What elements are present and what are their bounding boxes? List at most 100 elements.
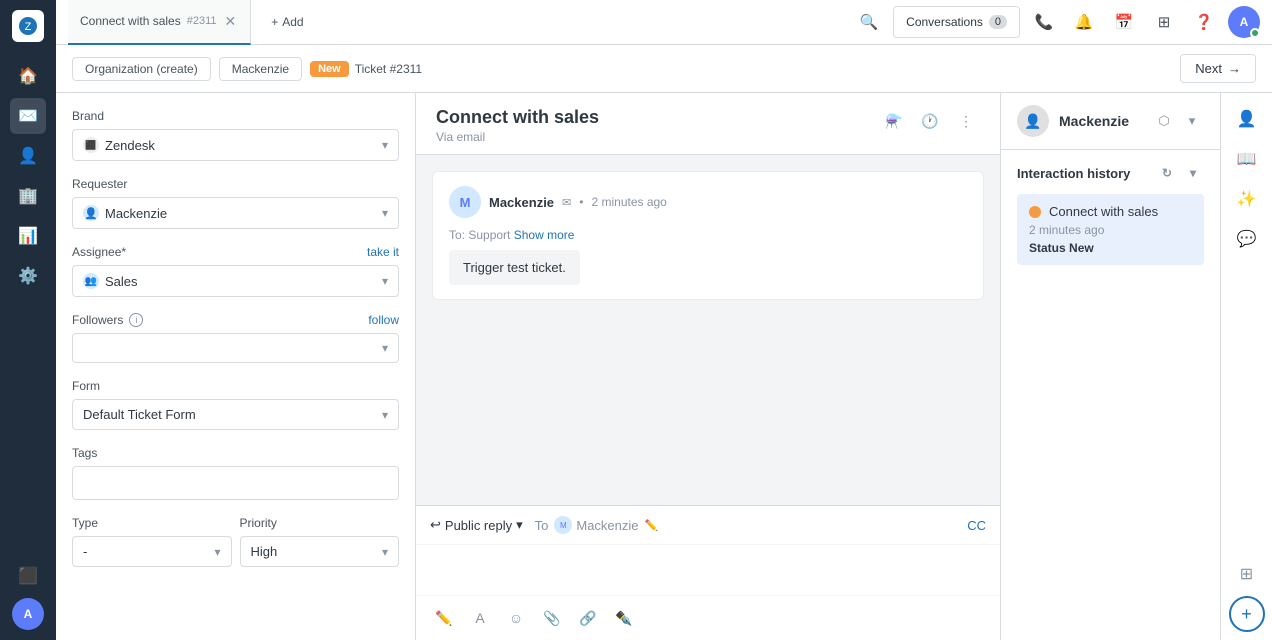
- add-app-button[interactable]: +: [1229, 596, 1265, 632]
- form-chevron-icon: ▾: [382, 408, 388, 422]
- cc-button[interactable]: CC: [967, 518, 986, 533]
- emoji-icon[interactable]: ☺: [502, 604, 530, 632]
- collapse-section-icon[interactable]: ▾: [1182, 162, 1204, 184]
- priority-select[interactable]: High ▾: [240, 536, 400, 567]
- left-panel: Brand ⬛ Zendesk ▾ Requester 👤: [56, 93, 416, 640]
- type-priority-row: Type - ▾ Priority High ▾: [72, 516, 399, 583]
- followers-select[interactable]: ▾: [72, 333, 399, 363]
- conversations-button[interactable]: Conversations 0: [893, 6, 1020, 38]
- message-to: To: Support Show more: [449, 228, 967, 242]
- format-text-icon[interactable]: A: [466, 604, 494, 632]
- nav-reports-icon[interactable]: 📊: [10, 218, 46, 254]
- history-icon[interactable]: 🕐: [916, 107, 944, 135]
- nav-tickets-icon[interactable]: ✉️: [10, 98, 46, 134]
- tags-label: Tags: [72, 446, 399, 460]
- to-label: To:: [449, 228, 465, 242]
- followers-info-icon[interactable]: i: [129, 313, 143, 327]
- reply-area: ↩ Public reply ▾ To M Mackenzie ✏️: [416, 505, 1000, 640]
- nav-home-icon[interactable]: 🏠: [10, 58, 46, 94]
- reply-header: ↩ Public reply ▾ To M Mackenzie ✏️: [416, 506, 1000, 545]
- requester-chevron-icon: ▾: [382, 206, 388, 220]
- breadcrumb-ticket: New Ticket #2311: [310, 61, 422, 77]
- reply-to-avatar: M: [554, 516, 572, 534]
- requester-icon: 👤: [83, 205, 99, 221]
- message-sender-avatar: M: [449, 186, 481, 218]
- interaction-item-status: Status New: [1029, 241, 1192, 255]
- message-header: M Mackenzie ✉ • 2 minutes ago: [449, 186, 967, 218]
- add-label: Add: [282, 15, 303, 29]
- brand-field: Brand ⬛ Zendesk ▾: [72, 109, 399, 161]
- nav-settings-icon[interactable]: ⚙️: [10, 258, 46, 294]
- requester-label: Requester: [72, 177, 399, 191]
- phone-icon[interactable]: 📞: [1028, 6, 1060, 38]
- type-label: Type: [72, 516, 232, 530]
- follow-link[interactable]: follow: [368, 313, 399, 327]
- breadcrumb-user[interactable]: Mackenzie: [219, 57, 302, 81]
- next-button[interactable]: Next →: [1180, 54, 1256, 83]
- take-it-link[interactable]: take it: [367, 245, 399, 259]
- attachment-icon[interactable]: 📎: [538, 604, 566, 632]
- edit-recipient-icon[interactable]: ✏️: [645, 519, 659, 532]
- active-tab[interactable]: Connect with sales #2311 ✕: [68, 0, 251, 45]
- breadcrumb-org[interactable]: Organization (create): [72, 57, 211, 81]
- top-bar-icons: 🔍 Conversations 0 📞 🔔 📅 ⊞ ❓ A: [853, 6, 1260, 38]
- signature-icon[interactable]: ✒️: [610, 604, 638, 632]
- reply-body-input[interactable]: [416, 545, 1000, 595]
- book-icon[interactable]: 📖: [1229, 141, 1265, 177]
- link-icon[interactable]: 🔗: [574, 604, 602, 632]
- brand-select[interactable]: ⬛ Zendesk ▾: [72, 129, 399, 161]
- interaction-item-time: 2 minutes ago: [1029, 223, 1192, 237]
- contact-header-icons: ⬡ ▾: [1152, 109, 1204, 133]
- interaction-item[interactable]: Connect with sales 2 minutes ago Status …: [1017, 194, 1204, 265]
- refresh-icon[interactable]: ↻: [1156, 162, 1178, 184]
- nav-apps-icon[interactable]: ⬛: [10, 558, 46, 594]
- ticket-id-label: Ticket #2311: [355, 62, 422, 76]
- interaction-history-label: Interaction history: [1017, 166, 1130, 181]
- form-value: Default Ticket Form: [83, 407, 196, 422]
- nav-user-avatar[interactable]: A: [12, 598, 44, 630]
- tab-ticket-title: Connect with sales: [80, 14, 181, 28]
- type-chevron-icon: ▾: [214, 545, 220, 559]
- compose-icon[interactable]: ✏️: [430, 604, 458, 632]
- user-avatar[interactable]: A: [1228, 6, 1260, 38]
- notifications-icon[interactable]: 🔔: [1068, 6, 1100, 38]
- status-label: Status: [1029, 241, 1066, 255]
- magic-icon[interactable]: ✨: [1229, 181, 1265, 217]
- search-icon[interactable]: 🔍: [853, 6, 885, 38]
- add-tab-button[interactable]: + Add: [259, 15, 315, 29]
- reply-to-name: M Mackenzie: [554, 516, 638, 534]
- followers-field: Followers i follow ▾: [72, 313, 399, 363]
- tab-close-icon[interactable]: ✕: [223, 11, 239, 32]
- form-select[interactable]: Default Ticket Form ▾: [72, 399, 399, 430]
- user-status-badge: [1250, 28, 1260, 38]
- message-sender-name: Mackenzie: [489, 195, 554, 210]
- grid-icon[interactable]: ⊞: [1148, 6, 1180, 38]
- apps-grid-icon[interactable]: ⊞: [1229, 556, 1265, 592]
- help-icon[interactable]: ❓: [1188, 6, 1220, 38]
- interaction-history-title: Interaction history ↻ ▾: [1017, 162, 1204, 184]
- nav-organizations-icon[interactable]: 🏢: [10, 178, 46, 214]
- chat-icon[interactable]: 💬: [1229, 221, 1265, 257]
- assignee-select[interactable]: 👥 Sales ▾: [72, 265, 399, 297]
- interaction-history-section: Interaction history ↻ ▾ Connect with sal…: [1001, 150, 1220, 277]
- type-select[interactable]: - ▾: [72, 536, 232, 567]
- show-more-link[interactable]: Show more: [514, 228, 575, 242]
- calendar-icon[interactable]: 📅: [1108, 6, 1140, 38]
- priority-value: High: [251, 544, 278, 559]
- open-contact-icon[interactable]: ⬡: [1152, 109, 1176, 133]
- user-profile-icon[interactable]: 👤: [1229, 101, 1265, 137]
- nav-contacts-icon[interactable]: 👤: [10, 138, 46, 174]
- more-options-icon[interactable]: ⋮: [952, 107, 980, 135]
- reply-type-button[interactable]: ↩ Public reply ▾: [430, 517, 523, 533]
- conversations-badge: 0: [989, 15, 1007, 29]
- collapse-contact-icon[interactable]: ▾: [1180, 109, 1204, 133]
- app-logo[interactable]: Z: [12, 10, 44, 42]
- ticket-title: Connect with sales: [436, 107, 599, 128]
- brand-label: Brand: [72, 109, 399, 123]
- requester-select[interactable]: 👤 Mackenzie ▾: [72, 197, 399, 229]
- brand-value: Zendesk: [105, 138, 155, 153]
- filter-icon[interactable]: ⚗️: [880, 107, 908, 135]
- requester-value: Mackenzie: [105, 206, 167, 221]
- interaction-status-dot: [1029, 206, 1041, 218]
- tags-input[interactable]: [72, 466, 399, 500]
